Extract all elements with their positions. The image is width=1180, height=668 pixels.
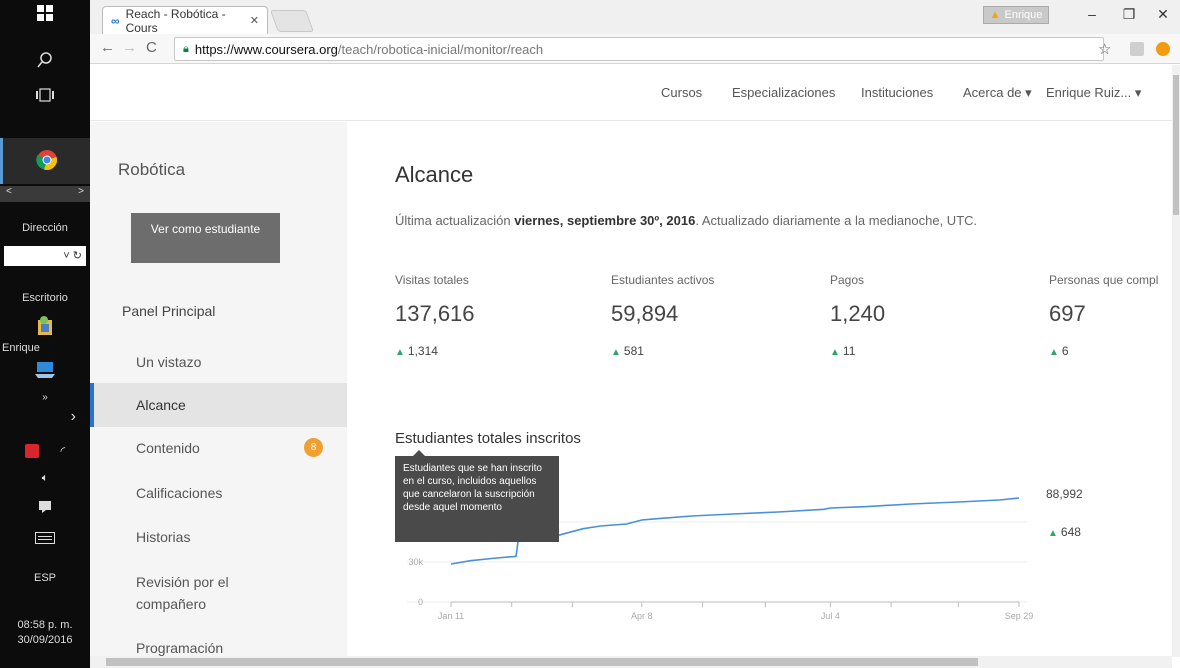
- chart-y-tick-label: 0: [418, 597, 423, 607]
- sidebar-item-label: Historias: [136, 529, 191, 545]
- antivirus-icon[interactable]: [24, 444, 39, 458]
- forward-icon[interactable]: →: [122, 39, 137, 56]
- extension-icon[interactable]: [1130, 42, 1144, 56]
- chevron-right-icon[interactable]: >: [78, 186, 90, 197]
- chart-last-value: 88,992: [1046, 487, 1083, 501]
- keyboard-icon[interactable]: [0, 532, 90, 547]
- chevron-right-icon[interactable]: ›: [0, 408, 90, 426]
- url-host: https://www.coursera.org: [194, 41, 338, 57]
- sidebar-item-label: Contenido: [136, 440, 200, 456]
- minimize-icon[interactable]: –: [1077, 6, 1107, 22]
- vertical-scrollbar-thumb[interactable]: [1173, 75, 1179, 215]
- sidebar-item-label: Calificaciones: [136, 485, 223, 501]
- extension-icon[interactable]: [1156, 42, 1170, 56]
- sidebar-item-contenido[interactable]: Contenido 8: [90, 426, 347, 470]
- chevron-left-icon[interactable]: <: [0, 186, 12, 197]
- chart-last-delta-value: 648: [1060, 525, 1081, 539]
- sidebar-item-label: Programación: [136, 640, 224, 656]
- view-as-student-button[interactable]: Ver como estudiante: [131, 213, 280, 263]
- sidebar-item-calificaciones[interactable]: Calificaciones: [90, 471, 347, 515]
- volume-icon[interactable]: 🔈︎: [0, 472, 90, 485]
- chevron-double-down-icon[interactable]: »: [0, 392, 90, 403]
- notification-icon[interactable]: [0, 500, 90, 517]
- sidebar: Robótica Ver como estudiante Panel Princ…: [90, 122, 347, 656]
- nav-acerca-de[interactable]: Acerca de ▾: [963, 85, 1032, 101]
- taskbar-scroller[interactable]: < >: [0, 186, 90, 202]
- browser-tab-strip: ∞ Reach - Robótica - Cours ✕ ▲ Enrique –…: [90, 0, 1180, 35]
- search-icon[interactable]: [0, 52, 90, 71]
- horizontal-scrollbar-thumb[interactable]: [106, 658, 978, 666]
- user-folder-icon[interactable]: [0, 314, 90, 339]
- clock-date: 30/09/2016: [17, 634, 73, 646]
- user-folder-label: Enrique: [2, 342, 40, 354]
- chart-last-delta: ▲ 648: [1048, 525, 1081, 539]
- address-toolbar-label: Dirección: [22, 222, 68, 234]
- computer-icon[interactable]: [0, 360, 90, 383]
- up-arrow-icon: ▲: [1048, 528, 1058, 539]
- sidebar-item-revision[interactable]: Revisión por el compañero: [90, 571, 300, 615]
- tab-title: Reach - Robótica - Cours: [125, 6, 226, 35]
- sidebar-item-label: Revisión por el compañero: [136, 574, 229, 612]
- tray-row-1: ◜: [0, 444, 90, 458]
- profile-name: Enrique: [1004, 9, 1043, 21]
- clock[interactable]: 08:58 p. m. 30/09/2016: [0, 618, 90, 648]
- sidebar-item-label: Un vistazo: [136, 354, 202, 370]
- profile-button[interactable]: ▲ Enrique: [983, 6, 1049, 24]
- nav-cursos[interactable]: Cursos: [661, 85, 702, 100]
- chart-x-tick-label: Jan 11: [438, 611, 464, 621]
- windows-taskbar: < > Dirección ˅ ↻ Escritorio Enrique » ›…: [0, 0, 90, 668]
- chart-x-tick-label: Jul 4: [821, 611, 840, 621]
- sidebar-item-un-vistazo[interactable]: Un vistazo: [90, 340, 347, 384]
- back-icon[interactable]: ←: [100, 39, 115, 56]
- chevron-down-icon[interactable]: ˅: [63, 250, 69, 262]
- chart-x-tick-label: Apr 8: [631, 611, 653, 621]
- notification-badge: 8: [304, 438, 323, 457]
- restore-icon[interactable]: ❐: [1114, 6, 1144, 23]
- lock-icon: 🔒︎: [183, 42, 189, 55]
- clock-time: 08:58 p. m.: [17, 619, 73, 631]
- close-window-icon[interactable]: ✕: [1148, 6, 1178, 23]
- chart-y-tick-label: 30k: [408, 557, 423, 567]
- enrollment-chart: Jan 11 Apr 8 Jul 4 Sep 29 0 30k: [407, 497, 1034, 621]
- desktop-toolbar-label: Escritorio: [22, 292, 68, 304]
- sidebar-item-alcance[interactable]: Alcance: [90, 383, 347, 427]
- sidebar-heading[interactable]: Panel Principal: [122, 303, 215, 319]
- nav-instituciones[interactable]: Instituciones: [861, 85, 933, 100]
- horizontal-scrollbar[interactable]: [90, 656, 1172, 668]
- input-language[interactable]: ESP: [0, 572, 90, 584]
- coursera-favicon-icon: ∞: [111, 13, 120, 28]
- sidebar-item-label: Alcance: [136, 397, 186, 413]
- chrome-taskbar-icon[interactable]: [0, 138, 90, 184]
- new-tab-button[interactable]: [269, 10, 315, 32]
- main-content: Alcance Última actualización viernes, se…: [347, 122, 1172, 656]
- reload-icon[interactable]: C: [146, 39, 157, 56]
- address-toolbar-input[interactable]: ˅ ↻: [4, 246, 86, 266]
- chart-tooltip: Estudiantes que se han inscrito en el cu…: [395, 450, 559, 542]
- address-bar[interactable]: 🔒︎ https://www.coursera.org/teach/roboti…: [174, 37, 1104, 61]
- bookmark-star-icon[interactable]: ☆: [1098, 40, 1111, 58]
- wifi-icon[interactable]: ◜: [61, 444, 66, 458]
- nav-especializaciones[interactable]: Especializaciones: [732, 85, 835, 100]
- nav-user-menu[interactable]: Enrique Ruiz... ▾: [1046, 85, 1141, 101]
- task-view-icon[interactable]: [0, 88, 90, 105]
- browser-tab[interactable]: ∞ Reach - Robótica - Cours ✕: [102, 6, 268, 35]
- course-title: Robótica: [118, 160, 186, 179]
- refresh-icon[interactable]: ↻: [73, 250, 82, 262]
- warning-icon: ▲: [989, 9, 1001, 21]
- windows-start-icon[interactable]: [0, 5, 90, 31]
- sidebar-item-historias[interactable]: Historias: [90, 515, 347, 559]
- browser-toolbar: ← → C 🔒︎ https://www.coursera.org/teach/…: [90, 34, 1180, 64]
- vertical-scrollbar[interactable]: [1172, 65, 1180, 657]
- url-path: /teach/robotica-inicial/monitor/reach: [337, 41, 544, 57]
- close-tab-icon[interactable]: ✕: [250, 14, 259, 27]
- site-header: Cursos Especializaciones Instituciones A…: [90, 65, 1172, 121]
- chart-x-tick-label: Sep 29: [1005, 611, 1034, 621]
